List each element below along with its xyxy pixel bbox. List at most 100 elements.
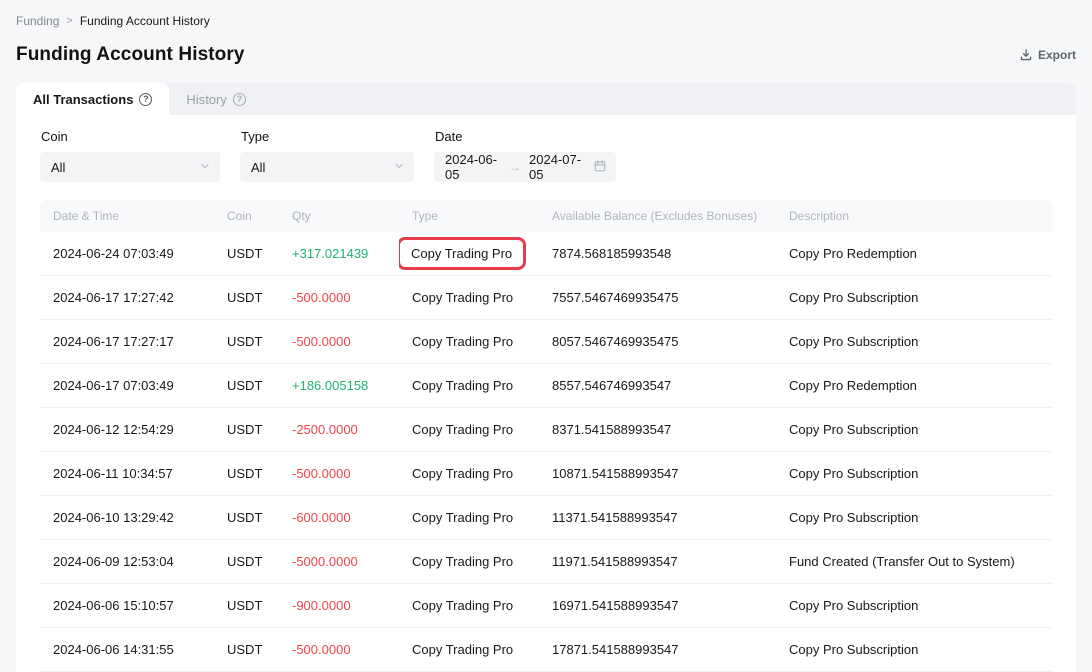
calendar-icon[interactable]: [593, 159, 607, 176]
table-row: 2024-06-06 15:10:57USDT-900.0000Copy Tra…: [40, 584, 1052, 628]
cell-coin: USDT: [214, 276, 279, 320]
breadcrumb-funding-link[interactable]: Funding: [16, 14, 59, 28]
coin-select[interactable]: All: [40, 152, 220, 182]
page-title: Funding Account History: [16, 44, 245, 66]
coin-select-value: All: [51, 160, 65, 175]
table-row: 2024-06-09 12:53:04USDT-5000.0000Copy Tr…: [40, 540, 1052, 584]
cell-balance: 8057.5467469935475: [539, 320, 776, 364]
table-row: 2024-06-11 10:34:57USDT-500.0000Copy Tra…: [40, 452, 1052, 496]
table-row: 2024-06-24 07:03:49USDT+317.021439Copy T…: [40, 232, 1052, 276]
breadcrumb-separator-icon: >: [66, 15, 72, 27]
cell-type: Copy Trading Pro: [399, 320, 539, 364]
cell-datetime: 2024-06-11 10:34:57: [40, 452, 214, 496]
cell-coin: USDT: [214, 232, 279, 276]
cell-balance: 11971.541588993547: [539, 540, 776, 584]
cell-description: Copy Pro Subscription: [776, 584, 1052, 628]
type-filter-label: Type: [241, 129, 414, 144]
cell-balance: 8557.546746993547: [539, 364, 776, 408]
transactions-card: All Transactions ? History ? Coin All: [16, 83, 1076, 672]
cell-qty: -500.0000: [279, 452, 399, 496]
cell-datetime: 2024-06-17 17:27:17: [40, 320, 214, 364]
cell-type: Copy Trading Pro: [399, 496, 539, 540]
cell-datetime: 2024-06-24 07:03:49: [40, 232, 214, 276]
help-icon[interactable]: ?: [233, 93, 246, 106]
cell-description: Fund Created (Transfer Out to System): [776, 540, 1052, 584]
cell-coin: USDT: [214, 408, 279, 452]
export-button[interactable]: Export: [1019, 48, 1076, 62]
cell-qty: -2500.0000: [279, 408, 399, 452]
date-filter-label: Date: [435, 129, 616, 144]
date-start-value: 2024-06-05: [445, 152, 501, 182]
cell-qty: -500.0000: [279, 320, 399, 364]
cell-qty: +186.005158: [279, 364, 399, 408]
cell-balance: 16971.541588993547: [539, 584, 776, 628]
cell-qty: -900.0000: [279, 584, 399, 628]
cell-type: Copy Trading Pro: [399, 584, 539, 628]
date-range-picker[interactable]: 2024-06-05 → 2024-07-05: [434, 152, 616, 182]
column-header: Type: [399, 200, 539, 232]
column-header: Description: [776, 200, 1052, 232]
cell-coin: USDT: [214, 364, 279, 408]
cell-coin: USDT: [214, 584, 279, 628]
cell-type: Copy Trading Pro: [399, 540, 539, 584]
chevron-down-icon: [199, 160, 211, 175]
breadcrumb: Funding > Funding Account History: [0, 0, 1092, 28]
funding-history-page: Funding > Funding Account History Fundin…: [0, 0, 1092, 672]
cell-type: Copy Trading Pro: [399, 276, 539, 320]
cell-type: Copy Trading Pro: [399, 364, 539, 408]
cell-balance: 11371.541588993547: [539, 496, 776, 540]
table-row: 2024-06-17 17:27:17USDT-500.0000Copy Tra…: [40, 320, 1052, 364]
cell-description: Copy Pro Subscription: [776, 320, 1052, 364]
coin-filter: Coin All: [40, 129, 220, 182]
cell-coin: USDT: [214, 452, 279, 496]
cell-coin: USDT: [214, 496, 279, 540]
cell-description: Copy Pro Subscription: [776, 496, 1052, 540]
cell-datetime: 2024-06-06 15:10:57: [40, 584, 214, 628]
cell-coin: USDT: [214, 320, 279, 364]
cell-datetime: 2024-06-12 12:54:29: [40, 408, 214, 452]
cell-balance: 8371.541588993547: [539, 408, 776, 452]
cell-datetime: 2024-06-06 14:31:55: [40, 628, 214, 672]
filters-bar: Coin All Type All: [40, 129, 1052, 182]
cell-qty: -500.0000: [279, 276, 399, 320]
export-label: Export: [1038, 48, 1076, 62]
cell-description: Copy Pro Subscription: [776, 408, 1052, 452]
tab-strip: All Transactions ? History ?: [16, 83, 1076, 115]
table-row: 2024-06-12 12:54:29USDT-2500.0000Copy Tr…: [40, 408, 1052, 452]
cell-qty: -500.0000: [279, 628, 399, 672]
help-icon[interactable]: ?: [139, 93, 152, 106]
column-header: Qty: [279, 200, 399, 232]
cell-balance: 17871.541588993547: [539, 628, 776, 672]
cell-datetime: 2024-06-17 07:03:49: [40, 364, 214, 408]
cell-balance: 7874.568185993548: [539, 232, 776, 276]
date-end-value: 2024-07-05: [529, 152, 585, 182]
arrow-right-icon: →: [509, 160, 521, 174]
cell-description: Copy Pro Redemption: [776, 232, 1052, 276]
cell-description: Copy Pro Redemption: [776, 364, 1052, 408]
table-header-row: Date & TimeCoinQtyTypeAvailable Balance …: [40, 200, 1052, 232]
cell-datetime: 2024-06-17 17:27:42: [40, 276, 214, 320]
tab-all-transactions[interactable]: All Transactions ?: [16, 83, 169, 115]
date-filter: Date 2024-06-05 → 2024-07-05: [434, 129, 616, 182]
cell-qty: -5000.0000: [279, 540, 399, 584]
coin-filter-label: Coin: [41, 129, 220, 144]
cell-datetime: 2024-06-10 13:29:42: [40, 496, 214, 540]
type-select-value: All: [251, 160, 265, 175]
cell-description: Copy Pro Subscription: [776, 276, 1052, 320]
export-download-icon: [1019, 48, 1033, 62]
cell-type: Copy Trading Pro: [399, 628, 539, 672]
tab-history[interactable]: History ?: [169, 83, 262, 115]
card-body: Coin All Type All: [16, 115, 1076, 672]
tab-history-label: History: [186, 92, 226, 107]
table-row: 2024-06-17 17:27:42USDT-500.0000Copy Tra…: [40, 276, 1052, 320]
cell-description: Copy Pro Subscription: [776, 628, 1052, 672]
tab-all-transactions-label: All Transactions: [33, 92, 133, 107]
type-select[interactable]: All: [240, 152, 414, 182]
cell-qty: -600.0000: [279, 496, 399, 540]
cell-qty: +317.021439: [279, 232, 399, 276]
cell-balance: 10871.541588993547: [539, 452, 776, 496]
table-row: 2024-06-17 07:03:49USDT+186.005158Copy T…: [40, 364, 1052, 408]
cell-coin: USDT: [214, 540, 279, 584]
highlight-annotation-box: Copy Trading Pro: [399, 237, 526, 270]
cell-type: Copy Trading Pro: [399, 232, 539, 276]
